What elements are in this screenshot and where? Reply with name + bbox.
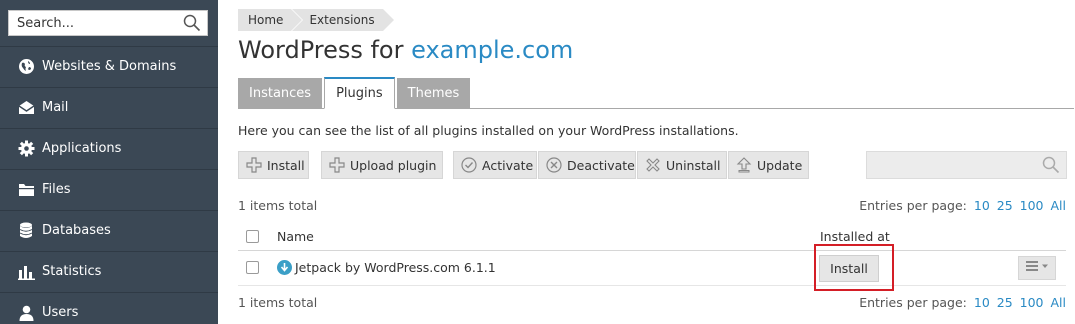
x-icon	[644, 156, 662, 174]
activate-button[interactable]: Activate	[453, 151, 537, 179]
entries-per-page-label: Entries per page:	[859, 198, 967, 213]
entries-option-100[interactable]: 100	[1020, 198, 1044, 213]
plus-icon	[328, 156, 346, 174]
update-button-label: Update	[757, 157, 803, 173]
sidebar: Websites & Domains Mail Applications Fil…	[0, 0, 218, 324]
sidebar-item-label: Mail	[42, 100, 69, 115]
sidebar-item-label: Databases	[42, 223, 111, 238]
column-header-name[interactable]: Name	[277, 229, 314, 244]
sidebar-item-files[interactable]: Files	[0, 169, 218, 209]
folder-icon	[17, 181, 35, 199]
database-icon	[17, 222, 35, 240]
sidebar-item-mail[interactable]: Mail	[0, 87, 218, 127]
tab-themes[interactable]: Themes	[396, 78, 471, 109]
plugin-name[interactable]: Jetpack by WordPress.com 6.1.1	[295, 260, 496, 275]
page-title-prefix: WordPress for	[238, 36, 404, 64]
plus-icon	[245, 156, 263, 174]
items-total: 1 items total	[238, 198, 318, 213]
sidebar-item-label: Statistics	[42, 264, 102, 279]
entries-per-page-bottom: Entries per page: 10 25 100 All	[859, 295, 1066, 310]
entries-option-all[interactable]: All	[1051, 295, 1067, 310]
entries-option-all[interactable]: All	[1051, 198, 1067, 213]
breadcrumb-home[interactable]: Home	[238, 9, 303, 31]
envelope-icon	[17, 99, 35, 117]
deactivate-button-label: Deactivate	[567, 157, 635, 173]
page-title-domain-link[interactable]: example.com	[411, 36, 573, 64]
search-input[interactable]	[9, 11, 174, 35]
sidebar-item-statistics[interactable]: Statistics	[0, 251, 218, 291]
select-all-checkbox[interactable]	[246, 230, 259, 243]
column-header-installed-at: Installed at	[820, 229, 890, 244]
update-button[interactable]: Update	[728, 151, 809, 179]
upload-arrow-icon	[735, 156, 753, 174]
deactivate-button[interactable]: Deactivate	[538, 151, 636, 179]
sidebar-item-users[interactable]: Users	[0, 292, 218, 324]
table-header: Name Installed at	[238, 226, 1066, 251]
breadcrumb: Home Extensions	[238, 9, 395, 31]
tab-instances[interactable]: Instances	[238, 78, 323, 109]
sidebar-item-label: Users	[42, 305, 79, 320]
tab-plugins[interactable]: Plugins	[324, 77, 395, 109]
main-content: Home Extensions WordPress for example.co…	[218, 0, 1075, 324]
row-checkbox[interactable]	[246, 261, 259, 274]
install-button-label: Install	[267, 157, 305, 173]
list-search-input[interactable]	[867, 152, 1037, 178]
upload-plugin-button[interactable]: Upload plugin	[321, 151, 443, 179]
globe-icon	[17, 58, 35, 76]
sidebar-item-databases[interactable]: Databases	[0, 210, 218, 250]
check-circle-icon	[460, 156, 478, 174]
gear-icon	[17, 140, 35, 158]
sidebar-search[interactable]	[8, 10, 208, 36]
download-circle-icon	[277, 260, 292, 275]
activate-button-label: Activate	[482, 157, 534, 173]
tabs: Instances Plugins Themes	[238, 77, 472, 109]
page-title: WordPress for example.com	[238, 36, 573, 64]
sidebar-item-label: Files	[42, 182, 71, 197]
row-install-button[interactable]: Install	[819, 255, 879, 282]
items-total-bottom: 1 items total	[238, 295, 318, 310]
install-button[interactable]: Install	[238, 151, 309, 179]
sidebar-item-label: Websites & Domains	[42, 59, 177, 74]
x-circle-icon	[545, 156, 563, 174]
user-icon	[17, 304, 35, 322]
entries-option-10[interactable]: 10	[974, 198, 990, 213]
list-search[interactable]	[866, 151, 1067, 179]
entries-per-page-label: Entries per page:	[859, 295, 967, 310]
entries-option-25[interactable]: 25	[997, 295, 1013, 310]
entries-option-25[interactable]: 25	[997, 198, 1013, 213]
uninstall-button[interactable]: Uninstall	[637, 151, 727, 179]
sidebar-item-applications[interactable]: Applications	[0, 128, 218, 168]
hamburger-menu-icon	[1024, 260, 1050, 276]
breadcrumb-extensions[interactable]: Extensions	[292, 9, 394, 31]
sidebar-item-label: Applications	[42, 141, 122, 156]
table-row: Jetpack by WordPress.com 6.1.1	[238, 251, 1066, 286]
upload-plugin-button-label: Upload plugin	[350, 157, 437, 173]
entries-per-page: Entries per page: 10 25 100 All	[859, 198, 1066, 213]
uninstall-button-label: Uninstall	[666, 157, 721, 173]
row-menu-button[interactable]	[1018, 256, 1056, 280]
search-icon[interactable]	[1042, 156, 1060, 178]
search-icon[interactable]	[183, 14, 201, 36]
bar-chart-icon	[17, 263, 35, 281]
sidebar-item-websites-domains[interactable]: Websites & Domains	[0, 46, 218, 86]
page-description: Here you can see the list of all plugins…	[238, 123, 739, 138]
entries-option-100[interactable]: 100	[1020, 295, 1044, 310]
entries-option-10[interactable]: 10	[974, 295, 990, 310]
